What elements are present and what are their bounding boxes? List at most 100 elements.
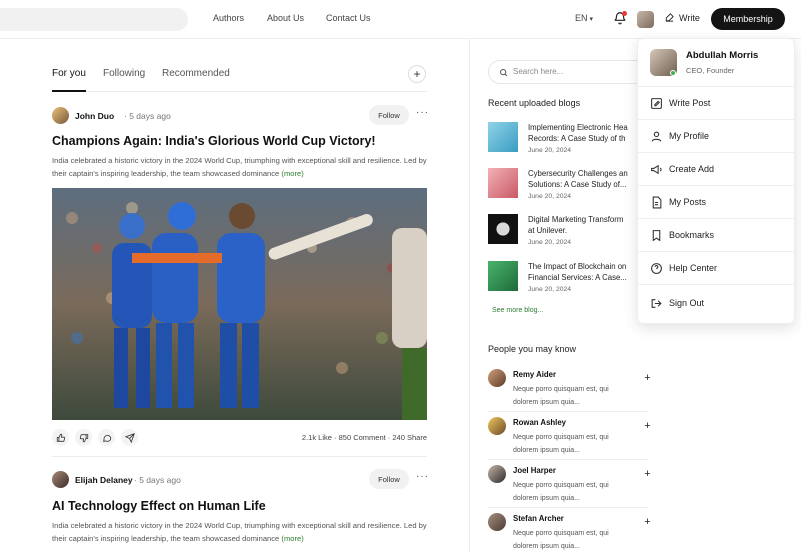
person-avatar[interactable]	[488, 465, 506, 483]
blog-title: Digital Marketing Transform at Unilever.	[528, 214, 638, 236]
post-excerpt: India celebrated a historic victory in t…	[52, 519, 427, 545]
divider	[488, 507, 648, 508]
author-name[interactable]: Elijah Delaney	[75, 475, 133, 485]
blog-title-line: Implementing Electronic Hea	[528, 123, 628, 132]
person-description: Neque porro quisquam est, qui dolorem ip…	[513, 434, 609, 454]
blog-title-line: Cybersecurity Challenges an	[528, 169, 628, 178]
menu-item-label: Write Post	[669, 98, 711, 108]
active-tab-indicator	[52, 90, 86, 92]
search-icon	[500, 69, 508, 77]
more-options-icon[interactable]: ···	[416, 107, 429, 118]
blog-item[interactable]: Cybersecurity Challenges an Solutions: A …	[488, 168, 648, 208]
thumbs-up-icon	[56, 433, 65, 442]
read-more-link[interactable]: (more)	[281, 169, 303, 178]
person-description: Neque porro quisquam est, qui dolorem ip…	[513, 386, 609, 406]
post-title[interactable]: AI Technology Effect on Human Life	[52, 499, 427, 513]
person-name[interactable]: Rowan Ashley	[513, 418, 566, 427]
author-avatar[interactable]	[52, 107, 69, 124]
language-selector[interactable]: EN ▾	[575, 13, 593, 23]
person-name[interactable]: Remy Aider	[513, 370, 556, 379]
header-search-bar[interactable]	[0, 8, 188, 31]
blog-title-line: The Impact of Blockchain on	[528, 262, 627, 271]
person-avatar[interactable]	[488, 417, 506, 435]
blog-item[interactable]: Digital Marketing Transform at Unilever. …	[488, 214, 648, 254]
blog-title: The Impact of Blockchain on Financial Ser…	[528, 261, 638, 283]
recent-blogs-heading: Recent uploaded blogs	[488, 98, 581, 108]
menu-item-sign-out[interactable]: Sign Out	[638, 287, 796, 320]
people-heading: People you may know	[488, 344, 577, 354]
blog-item[interactable]: The Impact of Blockchain on Financial Ser…	[488, 261, 648, 301]
follow-button[interactable]: Follow	[369, 469, 409, 489]
blog-item[interactable]: Implementing Electronic Hea Records: A Ca…	[488, 122, 648, 162]
read-more-link[interactable]: (more)	[281, 534, 303, 543]
document-icon	[652, 196, 662, 209]
author-name[interactable]: John Duo	[75, 111, 114, 121]
blog-title-line: Digital Marketing Transform	[528, 215, 624, 224]
tab-for-you[interactable]: For you	[52, 68, 86, 79]
edit-icon	[665, 13, 674, 22]
nav-authors[interactable]: Authors	[213, 13, 244, 23]
post-title[interactable]: Champions Again: India's Glorious World …	[52, 134, 427, 148]
blog-title: Cybersecurity Challenges an Solutions: A …	[528, 168, 638, 190]
follow-button[interactable]: Follow	[369, 105, 409, 125]
write-label: Write	[679, 12, 700, 23]
blog-date: June 20, 2024	[528, 286, 572, 293]
post-excerpt-text: India celebrated a historic victory in t…	[52, 521, 427, 543]
blog-thumbnail	[488, 261, 518, 291]
post-stats: 2.1k Like · 850 Comment · 240 Share	[301, 433, 427, 442]
menu-item-create-add[interactable]: Create Add	[638, 153, 796, 186]
tab-recommended[interactable]: Recommended	[162, 68, 230, 79]
menu-item-label: My Profile	[669, 131, 710, 141]
dislike-button[interactable]	[75, 429, 92, 446]
help-icon	[651, 263, 662, 274]
blog-title-line: Financial Services: A Case...	[528, 273, 627, 282]
top-navbar: Authors About Us Contact Us EN ▾ Write Me…	[0, 0, 801, 39]
profile-role: CEO, Founder	[686, 66, 735, 75]
nav-about-us[interactable]: About Us	[267, 13, 304, 23]
tab-following[interactable]: Following	[103, 68, 145, 79]
write-button[interactable]: Write	[664, 12, 700, 23]
edit-icon	[651, 98, 662, 109]
plus-icon: +	[644, 467, 651, 480]
share-button[interactable]	[121, 429, 138, 446]
add-person-button[interactable]: +	[639, 465, 656, 482]
profile-summary: Abdullah Morris CEO, Founder	[638, 39, 796, 87]
author-avatar[interactable]	[52, 471, 69, 488]
thumbs-down-icon	[79, 433, 88, 442]
sidebar-search-input[interactable]: Search here...	[488, 60, 648, 84]
person-avatar[interactable]	[488, 513, 506, 531]
membership-button[interactable]: Membership	[711, 8, 785, 30]
post-excerpt: India celebrated a historic victory in t…	[52, 154, 427, 180]
see-more-blogs-link[interactable]: See more blog...	[492, 307, 543, 314]
menu-item-label: Create Add	[669, 164, 715, 174]
blog-title-line: at Unilever.	[528, 226, 568, 235]
add-person-button[interactable]: +	[639, 369, 656, 386]
post-date: · 5 days ago	[124, 111, 171, 121]
menu-item-write-post[interactable]: Write Post	[638, 87, 796, 120]
nav-contact-us[interactable]: Contact Us	[326, 13, 371, 23]
like-button[interactable]	[52, 429, 69, 446]
post-divider	[52, 456, 427, 457]
menu-item-help-center[interactable]: Help Center	[638, 252, 796, 285]
post-card: Elijah Delaney · 5 days ago Follow ··· A…	[52, 469, 429, 545]
menu-item-bookmarks[interactable]: Bookmarks	[638, 219, 796, 252]
person-avatar[interactable]	[488, 369, 506, 387]
user-avatar[interactable]	[637, 11, 654, 28]
comment-button[interactable]	[98, 429, 115, 446]
add-person-button[interactable]: +	[639, 417, 656, 434]
add-person-button[interactable]: +	[639, 513, 656, 530]
divider	[488, 411, 648, 412]
post-image[interactable]	[52, 188, 427, 420]
menu-item-my-profile[interactable]: My Profile	[638, 120, 796, 153]
post-card: John Duo · 5 days ago Follow ··· Champio…	[52, 105, 429, 180]
plus-icon: +	[413, 67, 421, 81]
menu-item-label: Bookmarks	[669, 230, 715, 240]
bookmark-icon	[652, 230, 661, 242]
blog-title-line: Solutions: A Case Study of...	[528, 180, 627, 189]
menu-item-my-posts[interactable]: My Posts	[638, 186, 796, 219]
person-name[interactable]: Stefan Archer	[513, 514, 564, 523]
post-author-row: John Duo · 5 days ago Follow ···	[52, 105, 429, 127]
add-tab-button[interactable]: +	[408, 65, 426, 83]
more-options-icon[interactable]: ···	[416, 471, 429, 482]
person-name[interactable]: Joel Harper	[513, 466, 556, 475]
